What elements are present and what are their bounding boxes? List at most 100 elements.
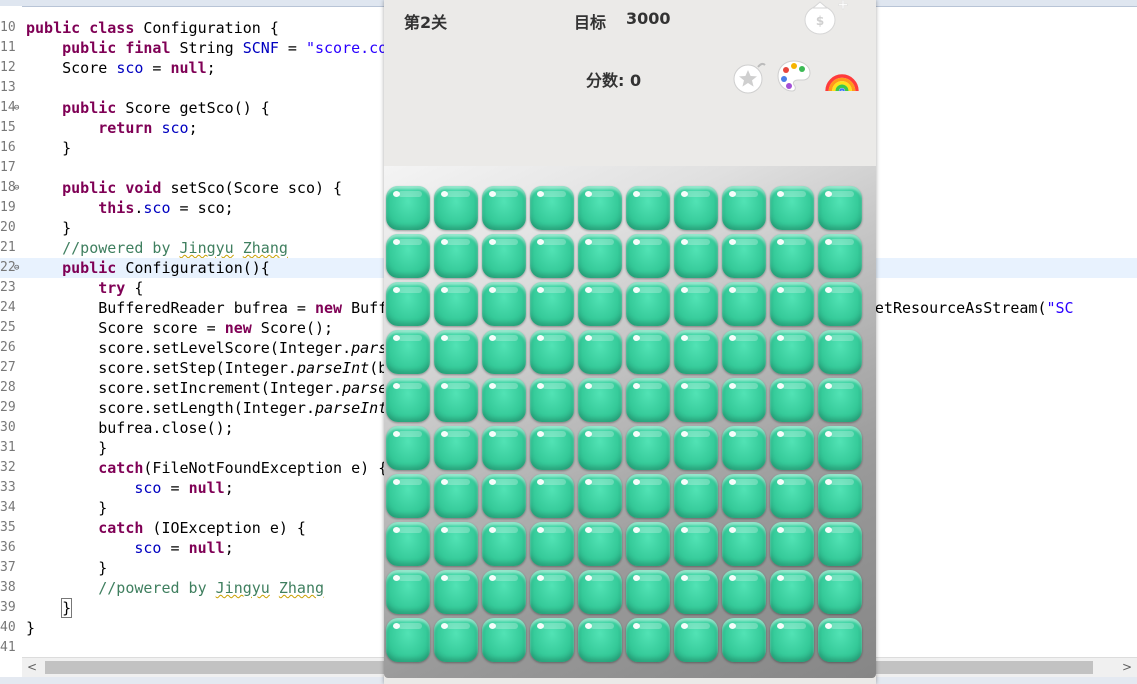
candy-tile[interactable] <box>530 570 574 614</box>
candy-tile[interactable] <box>818 570 862 614</box>
candy-tile[interactable] <box>674 186 718 230</box>
scroll-left-arrow-icon[interactable]: < <box>24 658 40 677</box>
candy-tile[interactable] <box>770 618 814 662</box>
candy-tile[interactable] <box>578 426 622 470</box>
candy-tile[interactable] <box>530 186 574 230</box>
candy-tile[interactable] <box>578 234 622 278</box>
candy-tile[interactable] <box>482 378 526 422</box>
candy-tile[interactable] <box>674 234 718 278</box>
candy-tile[interactable] <box>626 378 670 422</box>
fold-toggle-icon[interactable]: ⊖ <box>14 178 23 198</box>
candy-tile[interactable] <box>482 330 526 374</box>
candy-tile[interactable] <box>482 234 526 278</box>
candy-tile[interactable] <box>434 330 478 374</box>
candy-tile[interactable] <box>530 522 574 566</box>
candy-tile[interactable] <box>386 330 430 374</box>
candy-tile[interactable] <box>818 618 862 662</box>
candy-tile[interactable] <box>722 330 766 374</box>
fold-toggle-icon[interactable]: ⊖ <box>14 98 23 118</box>
money-bag-plus-icon[interactable]: $ + <box>798 0 854 36</box>
candy-tile[interactable] <box>626 474 670 518</box>
candy-tile[interactable] <box>578 330 622 374</box>
candy-tile[interactable] <box>386 474 430 518</box>
candy-tile[interactable] <box>530 618 574 662</box>
candy-tile[interactable] <box>626 426 670 470</box>
candy-tile[interactable] <box>626 522 670 566</box>
candy-tile[interactable] <box>386 234 430 278</box>
candy-tile[interactable] <box>770 282 814 326</box>
candy-tile[interactable] <box>530 282 574 326</box>
candy-tile[interactable] <box>674 570 718 614</box>
candy-tile[interactable] <box>722 522 766 566</box>
candy-tile[interactable] <box>434 426 478 470</box>
candy-tile[interactable] <box>386 282 430 326</box>
candy-tile[interactable] <box>386 570 430 614</box>
candy-tile[interactable] <box>722 378 766 422</box>
candy-tile[interactable] <box>578 522 622 566</box>
candy-tile[interactable] <box>770 426 814 470</box>
candy-tile[interactable] <box>482 618 526 662</box>
candy-tile[interactable] <box>626 330 670 374</box>
candy-tile[interactable] <box>434 522 478 566</box>
candy-tile[interactable] <box>482 522 526 566</box>
star-bomb-icon[interactable] <box>732 59 768 95</box>
candy-tile[interactable] <box>674 522 718 566</box>
candy-tile[interactable] <box>530 378 574 422</box>
candy-tile[interactable] <box>722 426 766 470</box>
candy-tile[interactable] <box>770 378 814 422</box>
candy-tile[interactable] <box>722 282 766 326</box>
candy-tile[interactable] <box>818 522 862 566</box>
candy-tile[interactable] <box>770 234 814 278</box>
candy-tile[interactable] <box>434 282 478 326</box>
candy-tile[interactable] <box>386 186 430 230</box>
candy-tile[interactable] <box>722 618 766 662</box>
game-window[interactable]: 第2关 目标 3000 分数: 0 $ + <box>384 0 876 684</box>
candy-tile[interactable] <box>722 474 766 518</box>
candy-tile[interactable] <box>434 570 478 614</box>
candy-tile[interactable] <box>578 570 622 614</box>
candy-tile[interactable] <box>626 282 670 326</box>
candy-tile[interactable] <box>818 282 862 326</box>
candy-tile[interactable] <box>770 474 814 518</box>
candy-tile[interactable] <box>578 474 622 518</box>
candy-tile[interactable] <box>434 474 478 518</box>
candy-tile[interactable] <box>722 234 766 278</box>
candy-tile[interactable] <box>770 522 814 566</box>
candy-tile[interactable] <box>770 330 814 374</box>
candy-tile[interactable] <box>674 378 718 422</box>
candy-tile[interactable] <box>578 378 622 422</box>
candy-tile[interactable] <box>578 186 622 230</box>
color-palette-icon[interactable] <box>776 58 812 94</box>
fold-toggle-icon[interactable]: ⊖ <box>14 258 23 278</box>
candy-tile[interactable] <box>434 618 478 662</box>
candy-tile[interactable] <box>530 234 574 278</box>
game-board[interactable] <box>384 166 876 678</box>
candy-tile[interactable] <box>626 618 670 662</box>
candy-tile[interactable] <box>722 570 766 614</box>
candy-tile[interactable] <box>578 618 622 662</box>
candy-tile[interactable] <box>626 186 670 230</box>
candy-tile[interactable] <box>578 282 622 326</box>
candy-tile[interactable] <box>770 186 814 230</box>
candy-tile[interactable] <box>818 474 862 518</box>
candy-tile[interactable] <box>674 330 718 374</box>
candy-tile[interactable] <box>674 618 718 662</box>
candy-tile[interactable] <box>530 330 574 374</box>
candy-tile[interactable] <box>818 426 862 470</box>
candy-tile[interactable] <box>434 378 478 422</box>
candy-tile[interactable] <box>482 570 526 614</box>
candy-tile[interactable] <box>386 426 430 470</box>
candy-tile[interactable] <box>818 186 862 230</box>
candy-tile[interactable] <box>818 234 862 278</box>
candy-tile[interactable] <box>530 426 574 470</box>
candy-tile[interactable] <box>434 234 478 278</box>
candy-tile[interactable] <box>770 570 814 614</box>
candy-tile[interactable] <box>386 378 430 422</box>
candy-tile[interactable] <box>722 186 766 230</box>
scroll-right-arrow-icon[interactable]: > <box>1119 658 1135 677</box>
candy-tile[interactable] <box>674 474 718 518</box>
candy-tile[interactable] <box>482 474 526 518</box>
candy-tile[interactable] <box>626 234 670 278</box>
candy-tile[interactable] <box>386 522 430 566</box>
candy-tile[interactable] <box>674 426 718 470</box>
